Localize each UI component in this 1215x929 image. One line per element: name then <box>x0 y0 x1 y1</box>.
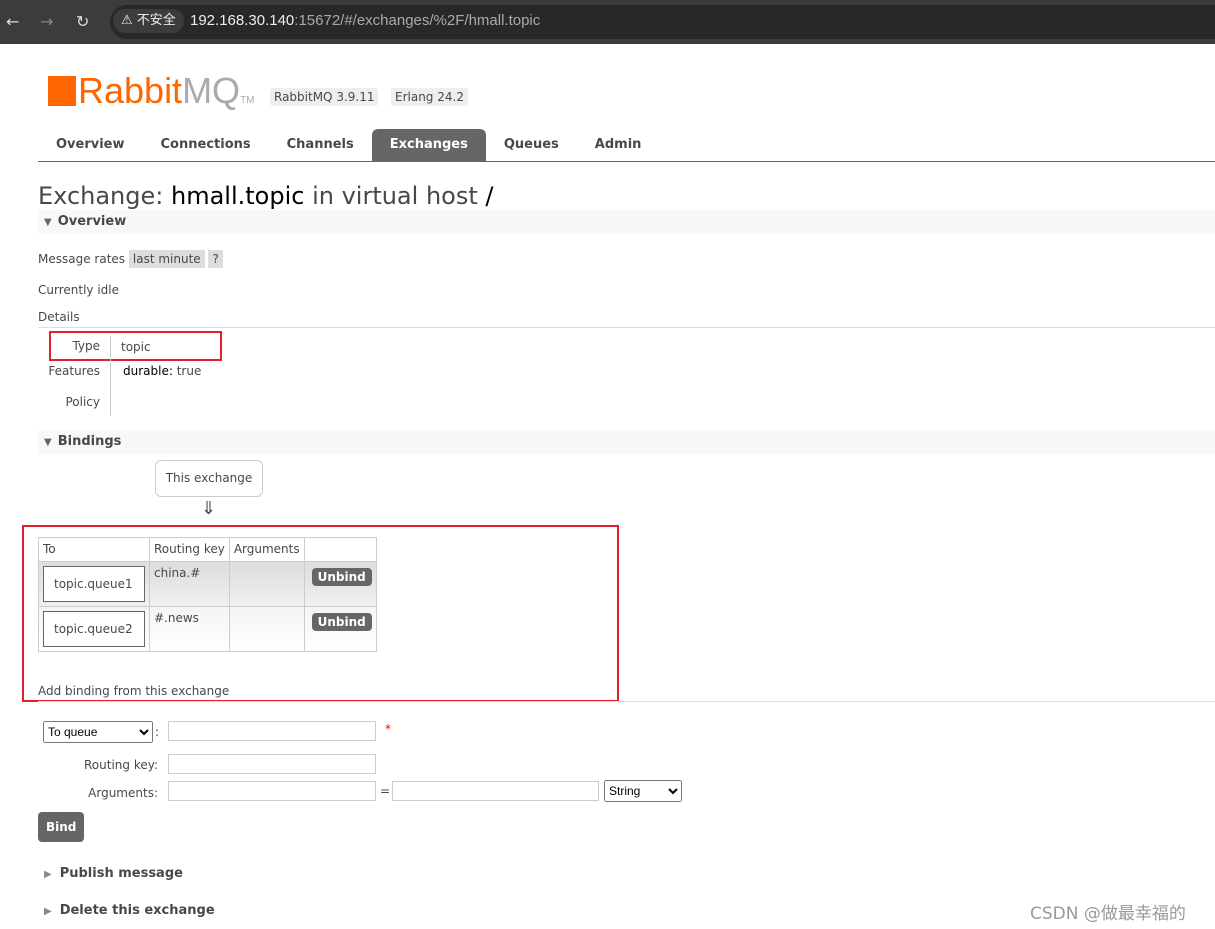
erlang-badge: Erlang 24.2 <box>391 88 468 106</box>
routing-key-label: Routing key: <box>84 758 158 772</box>
tab-connections[interactable]: Connections <box>143 129 269 161</box>
unbind-button[interactable]: Unbind <box>311 613 372 631</box>
collapse-icon: ▼ <box>44 217 52 228</box>
rates-period-select[interactable]: last minute <box>128 250 205 268</box>
title-prefix: Exchange: <box>38 182 171 210</box>
durable-value: true <box>176 364 202 378</box>
url-text[interactable]: 192.168.30.140:15672/#/exchanges/%2F/hma… <box>190 12 540 29</box>
column-header: Arguments <box>228 537 305 562</box>
this-exchange-node: This exchange <box>155 460 263 497</box>
colon: : <box>155 725 160 739</box>
idle-status: Currently idle <box>38 283 119 297</box>
version-badge: RabbitMQ 3.9.11 <box>270 88 379 106</box>
required-marker: * <box>385 722 391 736</box>
section-heading: Publish message <box>59 866 183 881</box>
tab-channels[interactable]: Channels <box>269 129 372 161</box>
add-binding-heading: Add binding from this exchange <box>38 684 230 698</box>
arguments <box>228 606 305 652</box>
overview-section-toggle[interactable]: ▼ Overview <box>38 210 1215 234</box>
type-label: Type <box>72 339 100 353</box>
routing-key-input[interactable] <box>168 754 376 774</box>
table-row: topic.queue2 #.news Unbind <box>38 606 377 652</box>
tab-exchanges[interactable]: Exchanges <box>371 129 486 161</box>
title-mid: in virtual host <box>304 182 486 210</box>
destination-type-select[interactable]: To queue <box>43 721 153 743</box>
section-heading: Overview <box>57 214 127 229</box>
argument-type-select[interactable]: String <box>604 780 682 802</box>
arguments-label: Arguments: <box>88 786 158 800</box>
bindings-table: To Routing key Arguments topic.queue1 china… <box>38 537 377 652</box>
equals-sign: = <box>380 784 391 798</box>
collapse-icon: ▼ <box>44 437 52 448</box>
routing-key: #.news <box>149 606 230 652</box>
policy-label: Policy <box>65 395 100 409</box>
page-title: Exchange: hmall.topic in virtual host / <box>38 182 493 210</box>
queue-link[interactable]: topic.queue2 <box>43 611 145 647</box>
security-label: 不安全 <box>136 13 176 28</box>
section-heading: Delete this exchange <box>59 903 215 918</box>
publish-section-toggle[interactable]: ▶ Publish message <box>44 866 183 881</box>
logo-text-mq: MQ <box>182 70 241 111</box>
argument-key-input[interactable] <box>168 781 376 801</box>
routing-key: china.# <box>149 561 230 607</box>
tab-overview[interactable]: Overview <box>38 129 143 161</box>
url-host: 192.168.30.140 <box>190 12 295 29</box>
section-heading: Bindings <box>57 434 122 449</box>
column-header <box>303 537 377 562</box>
destination-input[interactable] <box>168 721 376 741</box>
argument-value-input[interactable] <box>392 781 599 801</box>
details-heading: Details <box>38 310 80 324</box>
logo-text: Rabbit <box>78 70 183 111</box>
logo-tm: TM <box>240 95 255 106</box>
durable-label: durable: <box>123 364 173 378</box>
vhost-name: / <box>485 182 494 210</box>
message-rates: Message rates last minute ? <box>38 250 223 268</box>
divider <box>110 336 111 416</box>
rabbitmq-logo[interactable]: RabbitMQTM <box>48 70 255 112</box>
expand-icon: ▶ <box>44 906 52 917</box>
queue-link[interactable]: topic.queue1 <box>43 566 145 602</box>
column-header: Routing key <box>149 537 230 562</box>
browser-toolbar: ← → ↻ ⚠ 不安全 192.168.30.140:15672/#/excha… <box>0 0 1215 44</box>
help-button[interactable]: ? <box>208 250 223 268</box>
arguments <box>228 561 305 607</box>
forward-icon[interactable]: → <box>40 12 53 31</box>
url-path: :15672/#/exchanges/%2F/hmall.topic <box>294 12 541 29</box>
back-icon[interactable]: ← <box>6 12 19 31</box>
tab-admin[interactable]: Admin <box>577 129 660 161</box>
watermark: CSDN @做最幸福的 <box>1030 904 1186 924</box>
unbind-button[interactable]: Unbind <box>311 568 372 586</box>
rabbit-icon <box>48 76 76 106</box>
exchange-name: hmall.topic <box>170 182 305 210</box>
expand-icon: ▶ <box>44 869 52 880</box>
type-value: topic <box>121 340 151 354</box>
arrow-down-icon: ⇓ <box>201 498 217 519</box>
bindings-section-toggle[interactable]: ▼ Bindings <box>38 430 1215 454</box>
delete-section-toggle[interactable]: ▶ Delete this exchange <box>44 903 215 918</box>
column-header: To <box>38 537 150 562</box>
divider <box>38 701 1215 702</box>
features-label: Features <box>48 364 100 378</box>
table-row: topic.queue1 china.# Unbind <box>38 561 377 607</box>
tab-queues[interactable]: Queues <box>486 129 577 161</box>
reload-icon[interactable]: ↻ <box>76 12 89 31</box>
main-tabs: Overview Connections Channels Exchanges Queu… <box>38 129 1215 162</box>
divider <box>38 327 1215 328</box>
bind-button[interactable]: Bind <box>38 812 85 842</box>
security-indicator[interactable]: ⚠ 不安全 <box>113 9 184 33</box>
rates-label: Message rates <box>38 252 126 266</box>
